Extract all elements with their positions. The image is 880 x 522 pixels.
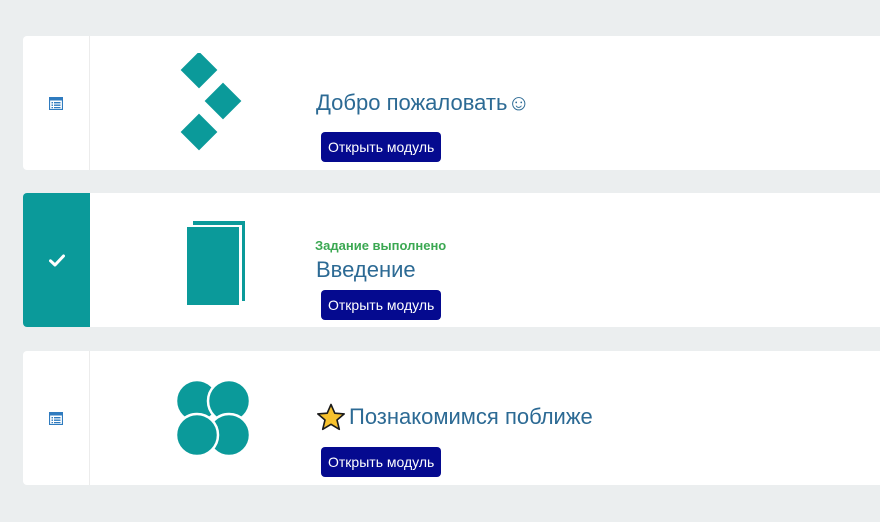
module-title: Познакомимся поближе (316, 403, 593, 431)
module-card: Познакомимся поближе Открыть модуль (23, 351, 880, 485)
star-icon (317, 403, 345, 431)
list-icon (49, 411, 63, 425)
diamond-pattern-icon (180, 53, 242, 151)
module-thumbnail (143, 36, 283, 170)
book-pages-icon (187, 221, 245, 305)
module-title: Добро пожаловать☺ (316, 90, 530, 116)
module-title: Введение (316, 257, 416, 283)
module-card: Добро пожаловать☺ Открыть модуль (23, 36, 880, 170)
completed-label: Задание выполнено (315, 238, 447, 253)
module-card: Задание выполнено Введение Открыть модул… (23, 193, 880, 327)
module-status (23, 36, 90, 170)
module-title-text: Введение (316, 257, 416, 282)
list-icon (49, 96, 63, 110)
module-title-text: Добро пожаловать☺ (316, 90, 530, 115)
module-thumbnail (143, 351, 283, 485)
check-icon (48, 254, 65, 266)
module-title-text: Познакомимся поближе (349, 404, 593, 429)
open-module-button[interactable]: Открыть модуль (321, 132, 442, 162)
open-module-button[interactable]: Открыть модуль (321, 290, 442, 320)
module-thumbnail (143, 193, 283, 327)
four-circles-icon (174, 378, 252, 458)
module-status-completed (23, 193, 90, 327)
open-module-button[interactable]: Открыть модуль (321, 447, 442, 477)
module-status (23, 351, 90, 485)
